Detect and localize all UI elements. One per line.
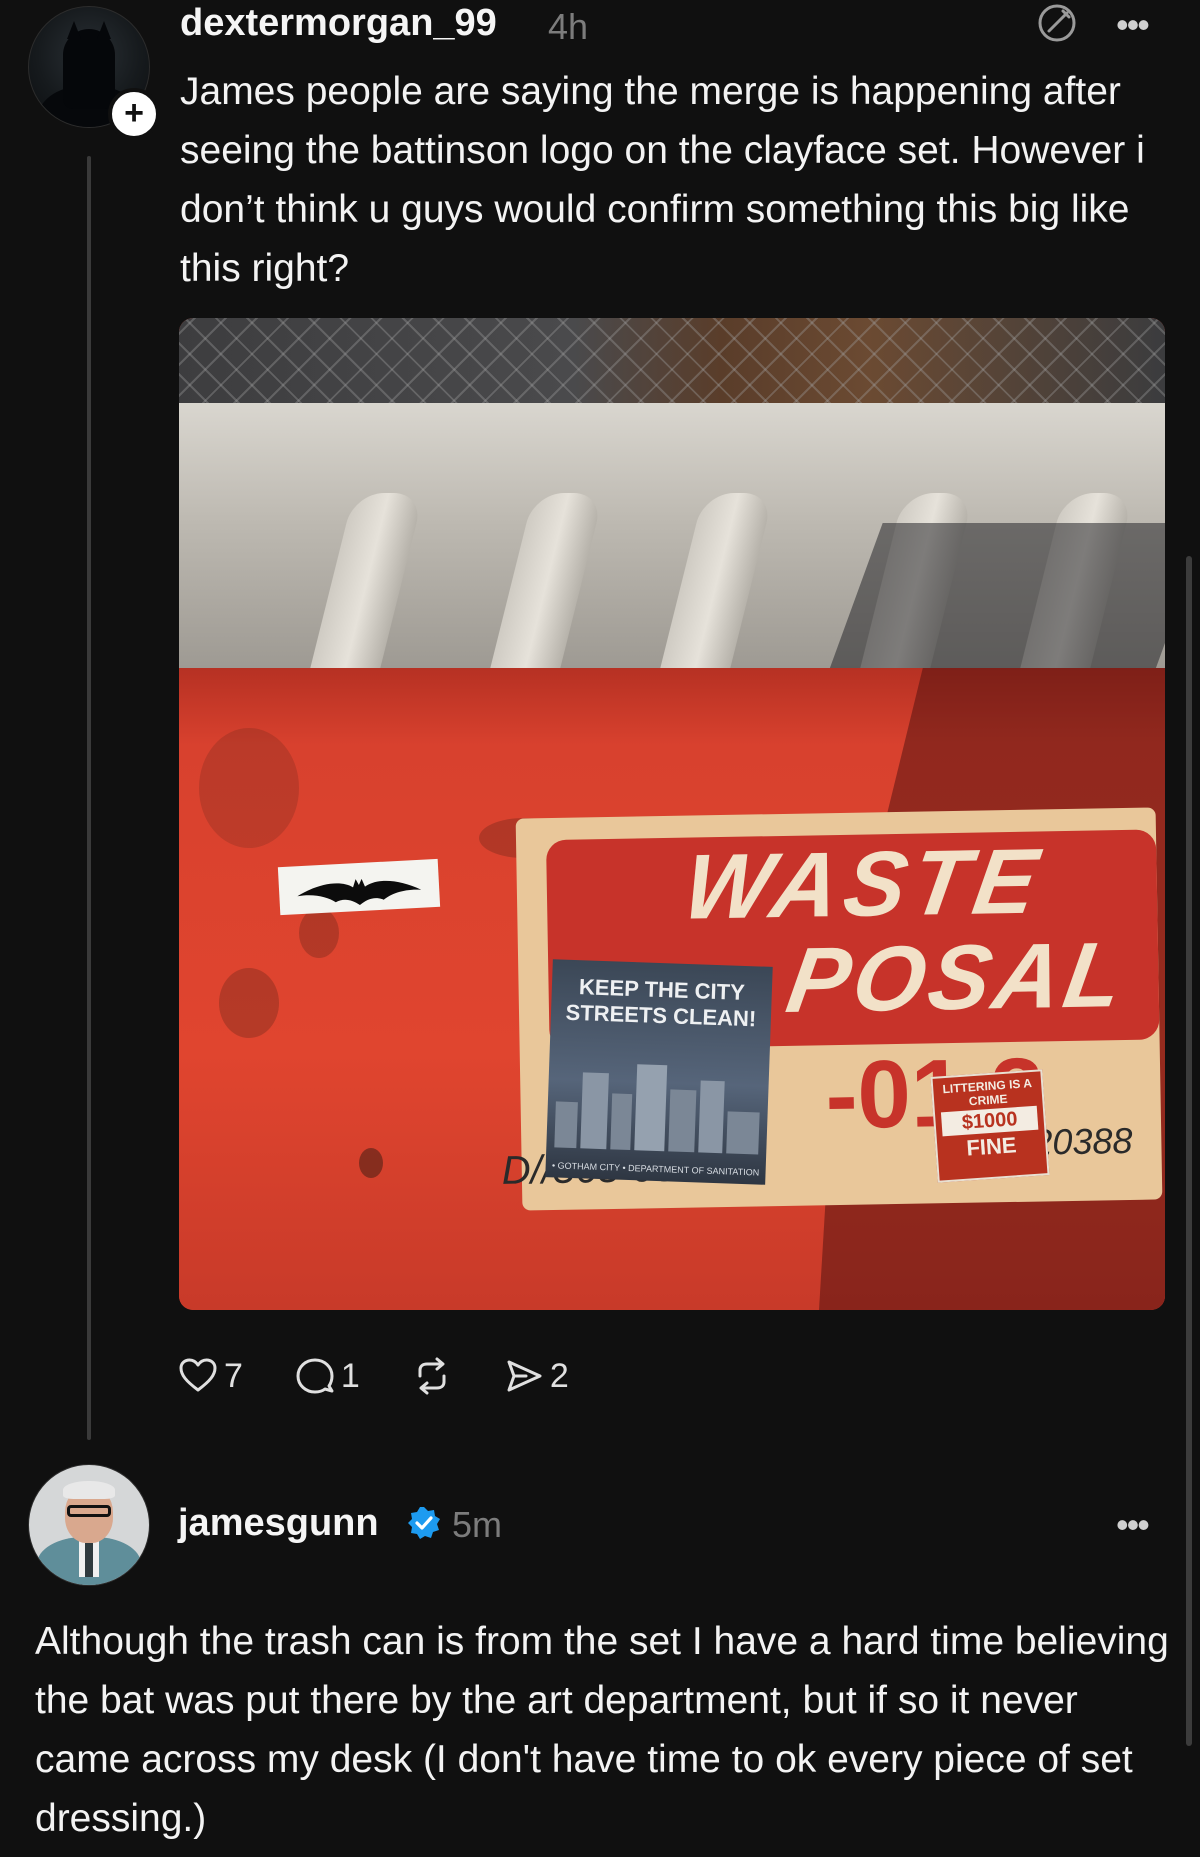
thread-line xyxy=(87,156,91,1440)
post-image[interactable]: WASTE POSAL -01 3 D//565-990 No 20388 KE… xyxy=(179,318,1165,1310)
scrollbar[interactable] xyxy=(1186,556,1192,1746)
bat-logo-sticker xyxy=(277,858,441,916)
share-button[interactable]: 2 xyxy=(504,1356,569,1396)
post-text: James people are saying the merge is hap… xyxy=(180,70,1145,290)
keep-streets-clean-sticker: KEEP THE CITY STREETS CLEAN! • GOTHAM CI… xyxy=(545,959,773,1185)
comment-button[interactable]: 1 xyxy=(295,1356,360,1396)
reply-username[interactable]: jamesgunn xyxy=(178,1502,379,1545)
post-time: 4h xyxy=(548,6,589,47)
comment-icon xyxy=(296,1358,334,1394)
like-button[interactable]: 7 xyxy=(178,1356,243,1396)
littering-fine-sticker: LITTERING IS A CRIME $1000 FINE xyxy=(930,1069,1050,1183)
avatar-jamesgunn[interactable] xyxy=(28,1464,150,1586)
share-count: 2 xyxy=(549,1356,569,1395)
heart-icon xyxy=(179,1358,217,1392)
repost-button[interactable] xyxy=(412,1356,452,1396)
reply-time: 5m xyxy=(452,1504,503,1545)
repost-icon xyxy=(418,1357,446,1395)
more-options-icon[interactable]: ••• xyxy=(1116,1504,1150,1546)
follow-plus-icon[interactable]: + xyxy=(108,88,160,140)
share-icon xyxy=(507,1360,542,1392)
post-action-bar: 7 1 2 xyxy=(178,1354,621,1398)
verified-icon xyxy=(408,1507,440,1539)
like-count: 7 xyxy=(224,1356,243,1395)
reply-text: Although the trash can is from the set I… xyxy=(35,1620,1169,1840)
more-options-icon[interactable]: ••• xyxy=(1116,4,1150,46)
reply-count: 1 xyxy=(340,1356,360,1395)
post-username[interactable]: dextermorgan_99 xyxy=(180,2,497,45)
edit-icon[interactable] xyxy=(1036,2,1078,44)
